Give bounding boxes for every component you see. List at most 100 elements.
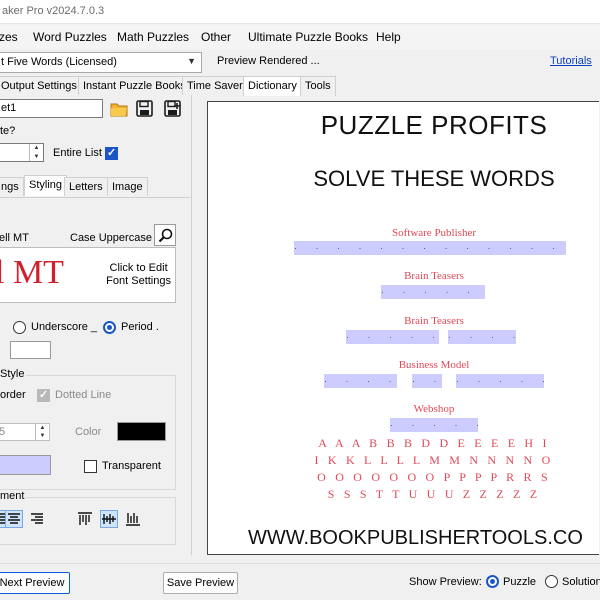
valign-middle-icon	[102, 514, 116, 524]
letter-bank-row: S S S T T U U U Z Z Z Z Z	[327, 487, 541, 501]
answer-blank: · · · · · ·	[346, 330, 439, 344]
font-preview-box[interactable]: l MT Click to Edit Font Settings	[0, 247, 176, 303]
click-edit-line1: Click to Edit	[109, 262, 168, 274]
window-title: aker Pro v2024.7.0.3	[2, 5, 105, 17]
font-sample: l MT	[0, 254, 64, 291]
floppy-disk-icon	[136, 100, 153, 117]
menu-ultimate-puzzle-books[interactable]: Ultimate Puzzle Books	[248, 30, 368, 44]
main-tabs: Output Settings Instant Puzzle Books Tim…	[0, 76, 345, 96]
menu-word-puzzles[interactable]: Word Puzzles	[33, 30, 107, 44]
underscore-radio[interactable]	[13, 321, 26, 334]
bottom-bar: Next Preview Save Preview Show Preview: …	[0, 563, 600, 600]
clue-label: Software Publisher	[391, 227, 476, 239]
preview-title: PUZZLE PROFITS	[320, 110, 548, 140]
folder-icon	[110, 103, 127, 116]
solution-radio[interactable]	[545, 575, 558, 588]
tab-output-settings[interactable]: Output Settings	[0, 76, 82, 96]
align-center-button[interactable]	[5, 510, 23, 528]
puzzle-type-combo[interactable]: t Five Words (Licensed) ▼	[0, 52, 202, 73]
chevron-up-icon[interactable]: ▲	[36, 424, 49, 432]
chevron-down-icon[interactable]: ▼	[36, 432, 49, 440]
answer-blank: · · · · · · ·	[381, 285, 485, 299]
tab-time-saver[interactable]: Time Saver	[182, 76, 248, 96]
menu-puzzles[interactable]: zes	[0, 30, 18, 44]
valign-top-button[interactable]	[76, 510, 94, 528]
dotted-line-checkbox[interactable]	[37, 388, 50, 402]
dotted-line-label: Dotted Line	[55, 389, 112, 401]
stepper-buttons[interactable]: ▲ ▼	[35, 424, 49, 440]
answer-blank: · · · · ·	[324, 374, 397, 388]
question-label: te?	[0, 125, 16, 137]
puzzle-preview: PUZZLE PROFITS SOLVE THESE WORDS Softwar…	[207, 101, 599, 555]
show-preview-label: Show Preview:	[409, 576, 482, 588]
save-as-new-button[interactable]	[162, 98, 183, 119]
background-color-swatch[interactable]	[0, 455, 51, 475]
tab-dictionary[interactable]: Dictionary	[243, 76, 302, 96]
case-label: Case Uppercase	[70, 232, 152, 244]
clue-label: Business Model	[398, 359, 470, 371]
answer-blank: · · · · · ·	[456, 374, 544, 388]
settings-panel: et1 te? ▲▼ Entire List ngs Styling Lette…	[0, 95, 192, 555]
answer-blank: · ·	[412, 374, 442, 388]
tab-styling[interactable]: Styling	[24, 175, 68, 196]
sub-tabs: ngs Styling Letters Image	[0, 175, 192, 197]
align-center-icon	[8, 513, 20, 524]
puzzle-radio[interactable]	[486, 575, 499, 588]
puzzle-type-value: t Five Words (Licensed)	[1, 56, 117, 68]
border-label: order	[0, 389, 26, 401]
valign-middle-button[interactable]	[100, 510, 118, 528]
chevron-down-icon: ▼	[187, 56, 196, 66]
floppy-disk-plus-icon	[163, 100, 181, 117]
valign-bottom-icon	[126, 513, 140, 526]
letter-bank-row: A A A B B B D D E E E E H I	[318, 436, 550, 450]
toolbar: t Five Words (Licensed) ▼ Preview Render…	[0, 49, 600, 75]
clue-label: Brain Teasers	[404, 270, 464, 282]
menu-help[interactable]: Help	[376, 30, 401, 44]
menu-other[interactable]: Other	[201, 30, 231, 44]
period-radio[interactable]	[103, 321, 116, 334]
puzzle-label: Puzzle	[503, 576, 537, 588]
preview-subtitle: SOLVE THESE WORDS	[313, 166, 555, 191]
placeholder-color-swatch[interactable]	[10, 341, 51, 359]
border-color-swatch[interactable]	[117, 422, 166, 441]
alignment-group-label: ment	[0, 490, 27, 502]
tab-instant-puzzle-books[interactable]: Instant Puzzle Books	[78, 76, 191, 96]
letter-bank-row: O O O O O O O P P P P R R S	[317, 470, 551, 484]
tab-settings[interactable]: ngs	[0, 177, 24, 196]
sheet-name-value: et1	[1, 102, 17, 114]
sheet-name-input[interactable]: et1	[0, 99, 103, 118]
letter-bank-row: I K K L L L L M M N N N N O	[314, 453, 554, 467]
answer-blank: · · · · · ·	[390, 418, 478, 432]
transparent-checkbox[interactable]	[84, 460, 97, 473]
search-icon	[158, 228, 172, 242]
click-to-edit-font[interactable]: Click to Edit Font Settings	[106, 262, 171, 288]
menu-math-puzzles[interactable]: Math Puzzles	[117, 30, 189, 44]
clue-label: Webshop	[413, 403, 455, 415]
underscore-label: Underscore _	[31, 321, 98, 333]
valign-top-icon	[78, 512, 92, 525]
next-preview-button[interactable]: Next Preview	[0, 572, 70, 594]
font-name-label: ell MT	[0, 232, 29, 244]
chevron-down-icon[interactable]: ▼	[30, 153, 43, 162]
open-folder-button[interactable]	[108, 98, 129, 119]
word-count-stepper[interactable]: ▲ ▼	[0, 143, 44, 162]
preview-status: Preview Rendered ...	[217, 55, 320, 67]
stepper-buttons[interactable]: ▲ ▼	[29, 144, 43, 161]
tab-letters[interactable]: Letters	[64, 177, 108, 196]
valign-bottom-button[interactable]	[124, 510, 142, 528]
color-label: Color	[75, 426, 102, 438]
font-search-button[interactable]	[154, 224, 176, 246]
save-preview-button[interactable]: Save Preview	[163, 572, 238, 594]
clue-label: Brain Teasers	[404, 315, 464, 327]
entire-list-checkbox[interactable]	[105, 146, 118, 160]
chevron-up-icon[interactable]: ▲	[30, 144, 43, 153]
align-right-button[interactable]	[28, 510, 46, 528]
tab-tools[interactable]: Tools	[300, 76, 336, 96]
answer-blank: · · · · · · · · · · · · · · · · · ·	[294, 241, 566, 255]
answer-blank: · · · · ·	[448, 330, 516, 344]
tutorials-link[interactable]: Tutorials	[550, 55, 592, 67]
entire-list-label: Entire List	[53, 147, 102, 159]
save-button[interactable]	[134, 98, 155, 119]
border-width-stepper[interactable]: 5 ▲ ▼	[0, 423, 50, 441]
tab-image[interactable]: Image	[107, 177, 148, 196]
